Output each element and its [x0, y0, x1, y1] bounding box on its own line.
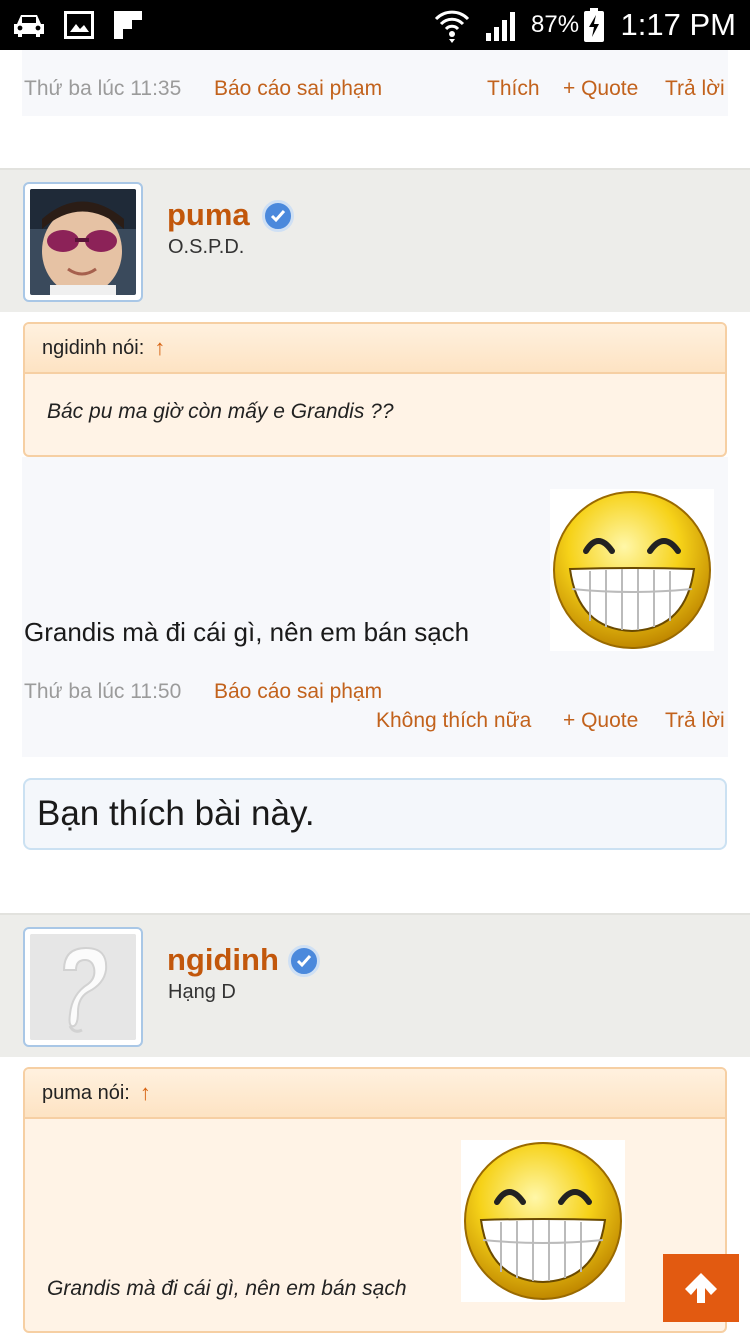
quote-author: ngidinh nói: — [42, 336, 145, 359]
quote-text: Grandis mà đi cái gì, nên em bán sạch — [47, 1277, 407, 1300]
post-2-body: Grandis mà đi cái gì, nên em bán sạch Th… — [22, 457, 728, 757]
like-link[interactable]: Thích — [487, 77, 540, 101]
user-title: O.S.P.D. — [168, 236, 245, 258]
quote-box: puma nói: ↑ Grandis mà đi cái gì, nên em… — [23, 1067, 727, 1333]
scroll-to-top-button[interactable] — [663, 1254, 739, 1322]
avatar[interactable] — [23, 182, 143, 302]
reply-link[interactable]: Trả lời — [665, 709, 725, 733]
big-grin-smiley-icon — [550, 489, 714, 656]
big-grin-smiley-icon — [461, 1140, 625, 1307]
quote-author: puma nói: — [42, 1081, 130, 1104]
battery-percent: 87% — [531, 11, 580, 38]
jump-to-quote-arrow-icon[interactable]: ↑ — [154, 335, 165, 361]
quote-link[interactable]: + Quote — [563, 77, 638, 101]
post-message: Grandis mà đi cái gì, nên em bán sạch — [24, 617, 470, 647]
quote-text: Bác pu ma giờ còn mấy e Grandis ?? — [47, 400, 394, 423]
username[interactable]: ngidinh — [167, 942, 279, 978]
wifi-icon — [434, 0, 470, 50]
status-bar: 87% 1:17 PM — [0, 0, 750, 50]
jump-to-quote-arrow-icon[interactable]: ↑ — [140, 1080, 151, 1106]
post-timestamp: Thứ ba lúc 11:35 — [24, 77, 182, 100]
quote-header: puma nói: ↑ — [25, 1069, 725, 1119]
report-link[interactable]: Báo cáo sai phạm — [214, 77, 382, 101]
signal-icon — [484, 0, 520, 50]
default-avatar-icon — [30, 934, 136, 1040]
report-link[interactable]: Báo cáo sai phạm — [214, 680, 382, 704]
gallery-icon — [64, 0, 94, 50]
verified-badge-icon — [262, 200, 294, 232]
clock: 1:17 PM — [620, 7, 736, 42]
battery-charging-icon — [583, 0, 605, 50]
post-1-actions: Thứ ba lúc 11:35 Báo cáo sai phạm Thích … — [22, 50, 728, 116]
user-title: Hạng D — [168, 981, 236, 1003]
post-timestamp: Thứ ba lúc 11:50 — [24, 680, 182, 703]
quote-link[interactable]: + Quote — [563, 709, 638, 733]
quote-header: ngidinh nói: ↑ — [25, 324, 725, 374]
username[interactable]: puma — [167, 197, 250, 233]
quote-box: ngidinh nói: ↑ Bác pu ma giờ còn mấy e G… — [23, 322, 727, 457]
verified-badge-icon — [288, 945, 320, 977]
post-3-user-header: ngidinh Hạng D — [0, 913, 750, 1057]
reply-link[interactable]: Trả lời — [665, 77, 725, 101]
avatar-photo — [30, 189, 136, 295]
unlike-link[interactable]: Không thích nữa — [376, 709, 531, 733]
post-1-footer: Thứ ba lúc 11:35 Báo cáo sai phạm Thích … — [0, 50, 750, 168]
car-mode-icon — [12, 0, 46, 50]
flipboard-icon — [114, 0, 142, 50]
post-2-user-header: puma O.S.P.D. — [0, 168, 750, 312]
avatar[interactable] — [23, 927, 143, 1047]
liked-notice: Bạn thích bài này. — [23, 778, 727, 850]
arrow-up-icon — [685, 1273, 717, 1303]
